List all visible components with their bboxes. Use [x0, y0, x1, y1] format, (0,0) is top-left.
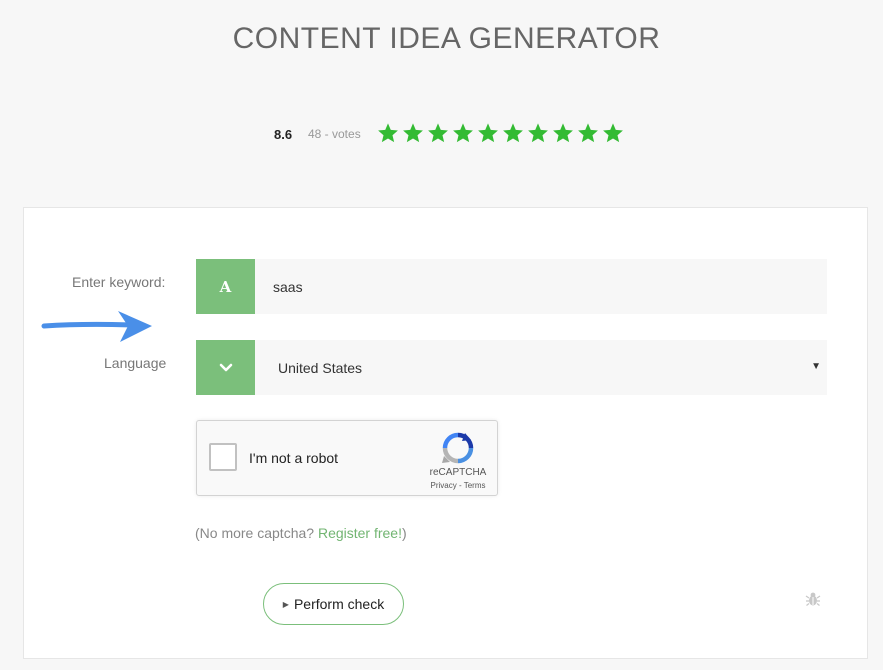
keyword-label: Enter keyword:: [72, 274, 166, 290]
recaptcha-brand: reCAPTCHA: [429, 467, 487, 478]
rating-stars[interactable]: [377, 122, 624, 144]
star-icon[interactable]: [477, 122, 499, 144]
language-label: Language: [104, 355, 167, 371]
star-icon[interactable]: [402, 122, 424, 144]
star-icon[interactable]: [602, 122, 624, 144]
register-free-link[interactable]: Register free!: [318, 525, 402, 541]
play-triangle-icon: ▶: [282, 599, 289, 609]
form-card: Enter keyword: A saas Language United St…: [23, 207, 868, 659]
page-title: CONTENT IDEA GENERATOR: [232, 22, 661, 55]
keyword-input[interactable]: saas: [255, 259, 827, 314]
star-icon[interactable]: [502, 122, 524, 144]
star-icon[interactable]: [452, 122, 474, 144]
language-select[interactable]: United States ▼: [255, 340, 827, 395]
captcha-note-prefix: (No more captcha?: [195, 525, 318, 541]
recaptcha-logo-icon: [442, 432, 474, 464]
letter-a-icon: A: [219, 277, 232, 296]
language-value: United States: [278, 359, 363, 376]
recaptcha-links[interactable]: Privacy - Terms: [411, 481, 505, 490]
star-icon[interactable]: [577, 122, 599, 144]
star-icon[interactable]: [552, 122, 574, 144]
keyword-icon-box: A: [196, 259, 255, 314]
language-icon-box: [196, 340, 255, 395]
bug-icon[interactable]: [805, 591, 821, 607]
star-icon[interactable]: [427, 122, 449, 144]
rating-votes: 48 - votes: [308, 127, 361, 141]
captcha-note-suffix: ): [402, 525, 407, 541]
recaptcha-checkbox[interactable]: [209, 443, 237, 471]
keyword-value: saas: [273, 278, 303, 295]
rating-score: 8.6: [274, 127, 293, 142]
select-caret-icon: ▼: [811, 361, 821, 372]
perform-check-button[interactable]: ▶ Perform check: [263, 583, 404, 625]
chevron-down-icon: [219, 363, 232, 371]
star-icon[interactable]: [377, 122, 399, 144]
captcha-note: (No more captcha? Register free!): [195, 525, 407, 541]
recaptcha-label: I'm not a robot: [249, 450, 339, 466]
star-icon[interactable]: [527, 122, 549, 144]
perform-check-label: Perform check: [293, 596, 385, 612]
blue-arrow-icon: [41, 311, 152, 342]
recaptcha-widget: I'm not a robot reCAPTCHA Privacy - Term…: [196, 420, 498, 496]
